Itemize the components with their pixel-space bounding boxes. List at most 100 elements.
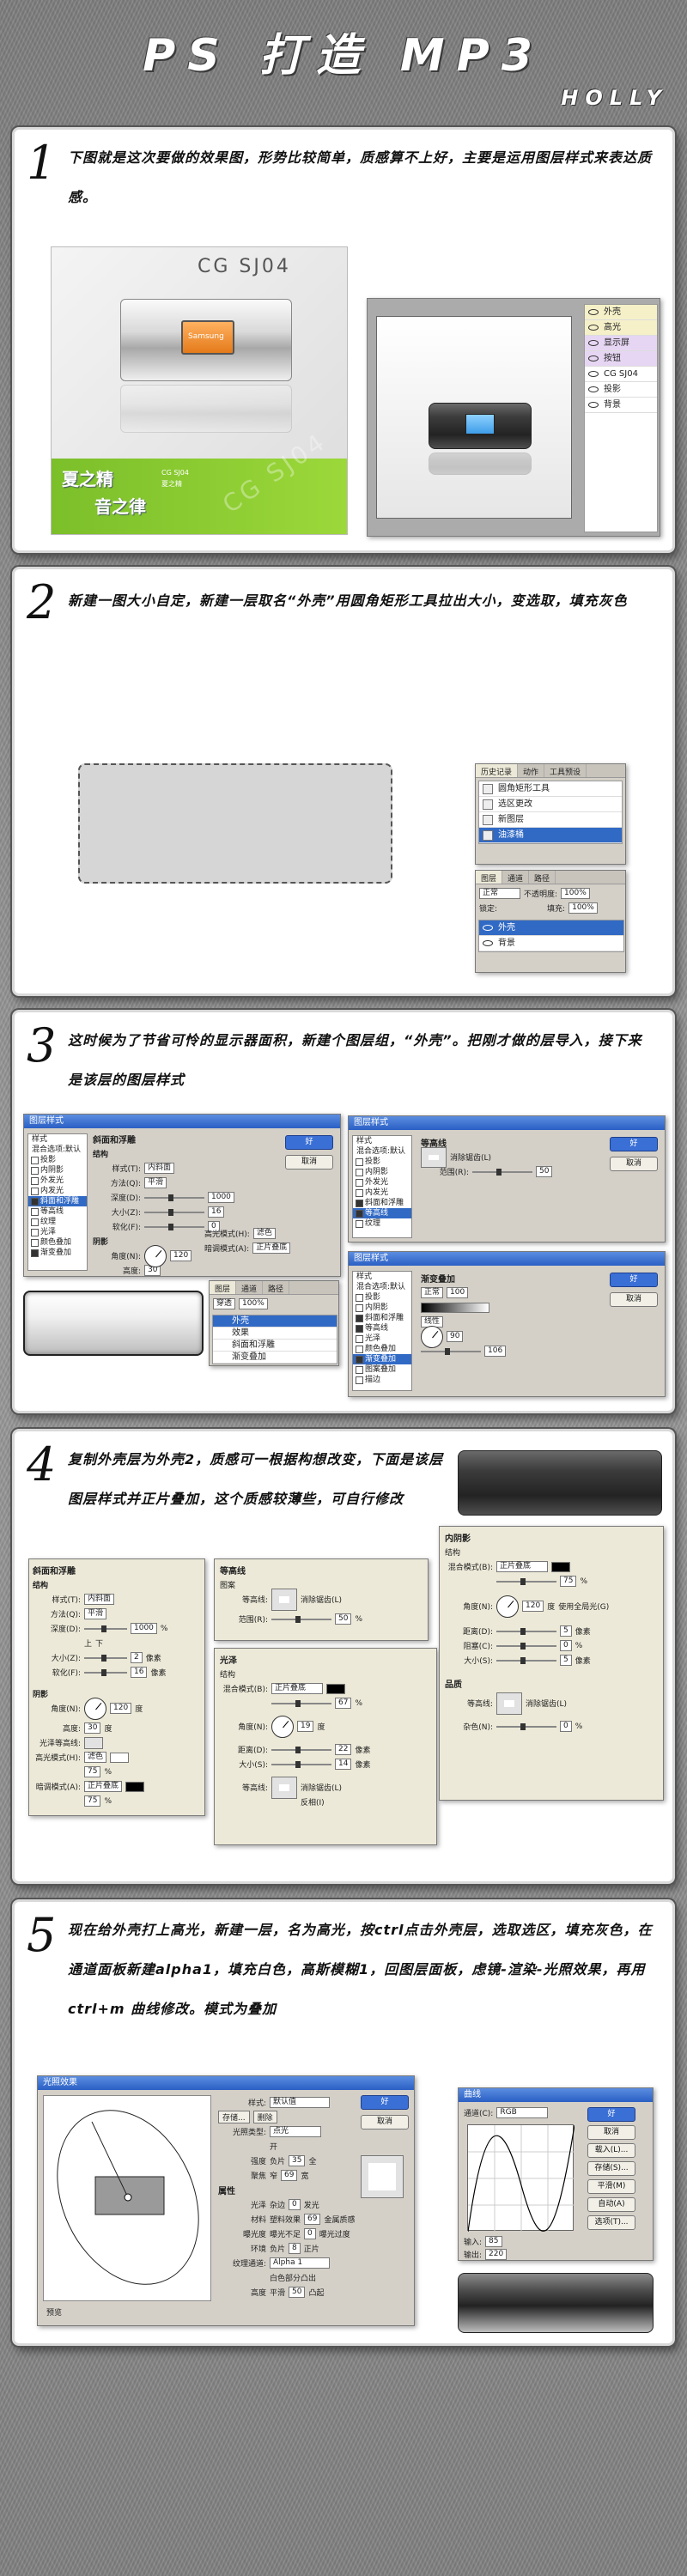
bevel-style-select[interactable]: 内斜面 [84,1594,115,1605]
satin-distance-slider[interactable] [271,1746,331,1753]
angle-input[interactable]: 120 [170,1250,192,1261]
satin-distance-input[interactable]: 22 [335,1744,352,1755]
range-input[interactable]: 50 [335,1613,352,1625]
shadow-mode-select[interactable]: 正片叠底 [84,1781,123,1792]
direction-down-radio[interactable]: 下 [95,1637,103,1649]
light-preview-area[interactable] [43,2095,211,2301]
eye-icon[interactable] [588,386,599,392]
auto-button[interactable]: 自动(A) [587,2197,635,2212]
curve-output[interactable]: 220 [485,2249,508,2260]
satin-contour-preview[interactable] [271,1776,297,1799]
tab-history[interactable]: 历史记录 [476,764,519,777]
inner-distance-slider[interactable] [496,1627,556,1635]
texture-channel-select[interactable]: Alpha 1 [270,2257,330,2269]
inner-color-swatch[interactable] [551,1561,570,1572]
gradient-scale-slider[interactable] [421,1347,481,1355]
layer-row[interactable]: 投影 [585,382,657,398]
eye-icon[interactable] [588,309,599,315]
depth-slider[interactable] [144,1194,204,1201]
eye-icon[interactable] [588,325,599,331]
satin-size-input[interactable]: 14 [335,1759,352,1770]
layer-row[interactable]: 背景 [585,398,657,413]
antialias-checkbox[interactable]: 消除锯齿(L) [301,1594,342,1605]
shadow-mode-select[interactable]: 正片叠底 [252,1242,291,1254]
eye-icon[interactable] [483,940,493,946]
contour-preview[interactable] [421,1146,447,1168]
delete-button[interactable]: 删除 [252,2111,277,2123]
inner-distance-input[interactable]: 5 [560,1625,572,1637]
size-input[interactable]: 2 [131,1652,143,1663]
inner-opacity-input[interactable]: 75 [560,1576,577,1587]
soften-slider[interactable] [144,1223,204,1230]
focus-input[interactable]: 69 [281,2170,298,2181]
save-button[interactable]: 存储(S)... [587,2161,635,2176]
layer-row[interactable]: 外壳 [585,305,657,320]
light-style-select[interactable]: 默认值 [270,2097,330,2108]
gloss-input[interactable]: 0 [289,2199,301,2210]
bevel-method-select[interactable]: 平滑 [144,1177,167,1188]
opacity-input[interactable]: 100% [561,888,590,899]
depth-slider[interactable] [84,1625,127,1632]
highlight-mode-select[interactable]: 滤色 [252,1228,276,1239]
tab-paths[interactable]: 路径 [529,871,556,884]
tab-actions[interactable]: 动作 [518,764,545,777]
channel-select[interactable]: RGB [496,2107,549,2118]
options-button[interactable]: 选项(T)... [587,2215,635,2230]
fill-input[interactable]: 100% [568,902,598,914]
satin-angle-dial[interactable] [271,1715,294,1738]
cancel-button[interactable]: 取消 [361,2115,409,2129]
cancel-button[interactable]: 取消 [610,1157,658,1171]
inner-size-input[interactable]: 5 [560,1655,572,1666]
light-color-swatch[interactable] [361,2155,404,2198]
cancel-button[interactable]: 取消 [285,1155,333,1170]
highlight-color-swatch[interactable] [110,1752,130,1763]
altitude-input[interactable]: 30 [84,1722,101,1734]
layer-row[interactable]: 按钮 [585,351,657,367]
curve-graph[interactable] [467,2124,575,2233]
layer-row[interactable]: CG SJ04 [585,367,657,382]
satin-angle-input[interactable]: 19 [297,1721,314,1732]
tab-channels[interactable]: 通道 [502,871,530,884]
gradient-angle-dial[interactable] [421,1325,443,1348]
angle-dial[interactable] [84,1697,106,1720]
shadow-opacity-input[interactable]: 75 [84,1795,101,1807]
highlight-opacity-input[interactable]: 75 [84,1766,101,1777]
inner-size-slider[interactable] [496,1656,556,1664]
satin-blend-select[interactable]: 正片叠底 [271,1683,323,1694]
range-slider[interactable] [271,1615,331,1623]
range-slider[interactable] [472,1168,532,1176]
ambience-input[interactable]: 8 [289,2243,301,2254]
direction-up-radio[interactable]: 上 [84,1637,92,1649]
size-slider[interactable] [144,1208,204,1216]
group-opacity-input[interactable]: 100% [239,1298,268,1309]
soften-input[interactable]: 16 [131,1667,148,1678]
antialias-checkbox[interactable]: 消除锯齿(L) [450,1151,491,1163]
gradient-scale-input[interactable]: 106 [484,1346,507,1357]
light-ellipse[interactable] [44,2096,212,2302]
white-high-checkbox[interactable]: 白色部分凸出 [270,2272,316,2283]
satin-invert-checkbox[interactable]: 反相(I) [301,1796,325,1807]
layer-row[interactable]: 显示屏 [585,336,657,351]
satin-antialias-checkbox[interactable]: 消除锯齿(L) [301,1782,342,1793]
eye-icon[interactable] [483,925,493,931]
bevel-style-select[interactable]: 内斜面 [144,1163,175,1174]
inner-blend-select[interactable]: 正片叠底 [496,1561,548,1572]
history-item[interactable]: 选区更改 [479,797,622,812]
size-input[interactable]: 16 [208,1206,225,1218]
depth-input[interactable]: 1000 [131,1623,157,1634]
ok-button[interactable]: 好 [587,2107,635,2122]
inner-contour-preview[interactable] [496,1692,522,1715]
range-input[interactable]: 50 [536,1166,553,1177]
cancel-button[interactable]: 取消 [587,2125,635,2140]
inner-choke-slider[interactable] [496,1642,556,1649]
inner-antialias-checkbox[interactable]: 消除锯齿(L) [526,1698,567,1709]
eye-icon[interactable] [588,355,599,361]
noise-input[interactable]: 0 [560,1721,572,1732]
history-item[interactable]: 油漆桶 [479,828,622,843]
satin-opacity-slider[interactable] [271,1699,331,1707]
inner-angle-input[interactable]: 120 [522,1601,544,1612]
intensity-input[interactable]: 35 [289,2155,306,2166]
ok-button[interactable]: 好 [285,1135,333,1150]
layer-row[interactable]: 高光 [585,320,657,336]
inner-choke-input[interactable]: 0 [560,1640,572,1651]
